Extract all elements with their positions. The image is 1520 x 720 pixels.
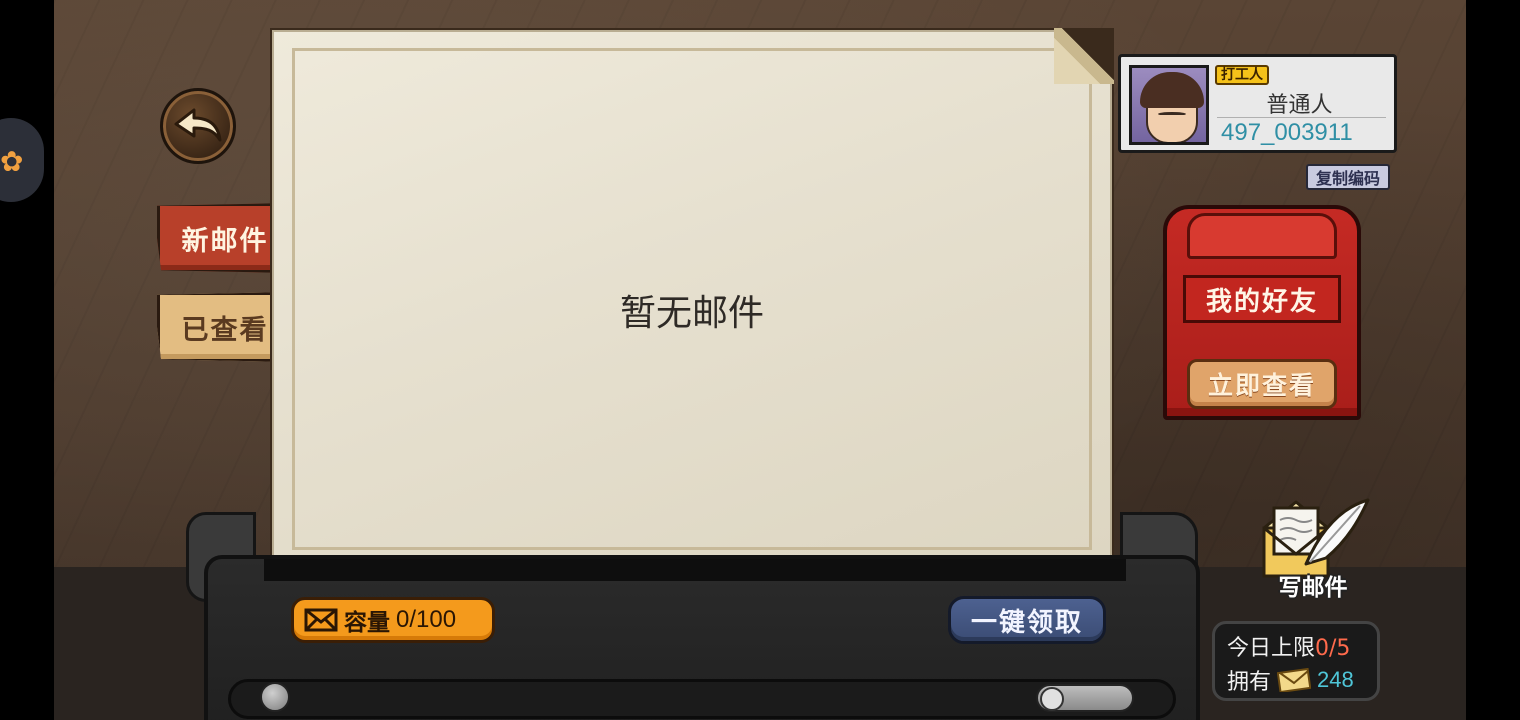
tab-new-mail-label: 新邮件 [181, 225, 269, 257]
paper-curl [1054, 28, 1114, 84]
typewriter-rail [228, 679, 1176, 719]
profile-card: 打工人 普通人 497_003911 [1118, 54, 1397, 153]
typewriter-slider [1036, 684, 1134, 712]
view-now-button[interactable]: 立即查看 [1187, 359, 1337, 409]
mail-list-paper: 暂无邮件 [272, 28, 1114, 560]
daily-limit-panel: 今日上限0/5 拥有 248 [1212, 621, 1380, 701]
capacity-badge: 容量 0/100 [291, 597, 495, 643]
envelope-icon [304, 608, 338, 632]
player-id: 497_003911 [1221, 119, 1353, 146]
copy-code-button[interactable]: 复制编码 [1306, 164, 1390, 190]
avatar[interactable] [1129, 65, 1209, 145]
player-name: 普通人 [1266, 93, 1333, 118]
tab-read-mail-label: 已查看 [181, 314, 269, 346]
letter-quill-icon [1262, 498, 1370, 578]
owned-value: 248 [1317, 667, 1354, 692]
write-mail-label: 写邮件 [1278, 575, 1348, 601]
capacity-label: 容量 [344, 610, 390, 636]
flower-icon: ✿ [0, 145, 24, 178]
daily-limit-label: 今日上限 [1227, 636, 1316, 661]
typewriter-knob [260, 682, 290, 712]
friends-mailbox[interactable]: 我的好友 立即查看 [1163, 205, 1361, 420]
back-arrow-icon [174, 108, 222, 142]
player-title-badge: 打工人 [1215, 65, 1269, 85]
owned-label: 拥有 [1227, 670, 1272, 695]
avatar-eyes [1158, 112, 1186, 116]
friends-label: 我的好友 [1183, 275, 1341, 323]
capacity-value: 0/100 [396, 606, 457, 633]
floating-assistant-widget[interactable]: ✿ [0, 118, 44, 202]
view-now-label: 立即查看 [1207, 371, 1316, 400]
daily-limit-value: 0/5 [1315, 636, 1351, 661]
slider-knob [1040, 687, 1064, 711]
mailbox-lid [1187, 213, 1337, 259]
empty-mail-message: 暂无邮件 [619, 293, 764, 334]
envelope-icon [1277, 668, 1312, 692]
avatar-hair [1140, 72, 1204, 108]
claim-all-label: 一键领取 [970, 607, 1083, 638]
profile-divider [1217, 117, 1386, 118]
daily-limit-row: 今日上限0/5 [1227, 630, 1350, 662]
write-mail-button[interactable]: 写邮件 [1250, 486, 1376, 604]
back-button[interactable] [160, 88, 236, 164]
paper-slot [264, 559, 1126, 581]
copy-code-label: 复制编码 [1315, 169, 1380, 188]
owned-row: 拥有 248 [1227, 664, 1354, 696]
claim-all-button[interactable]: 一键领取 [948, 596, 1106, 644]
